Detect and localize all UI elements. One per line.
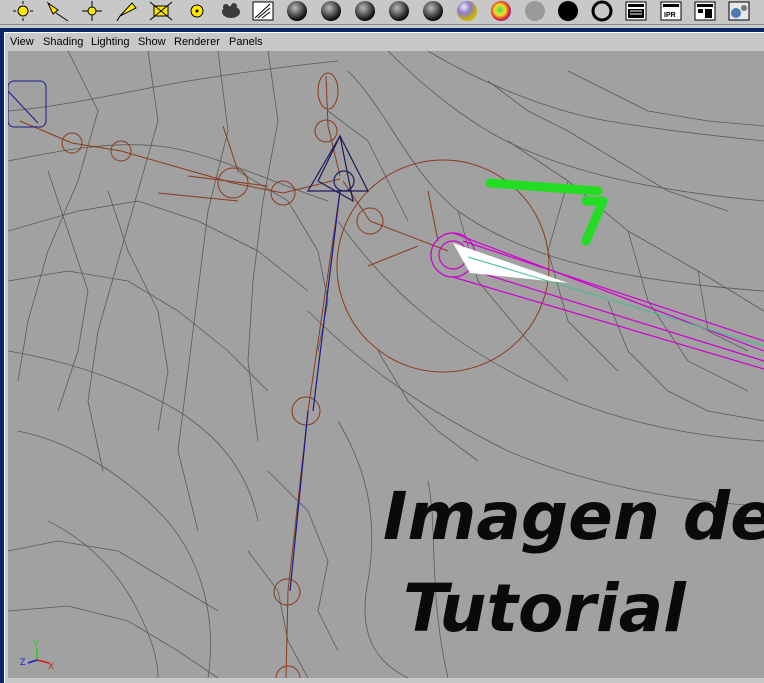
gray-swatch-icon	[525, 1, 545, 21]
camera-name-label: persp	[597, 677, 627, 678]
spot-light-icon	[46, 1, 69, 22]
render-settings-icon	[694, 1, 716, 21]
spot-light-alt-icon	[116, 2, 137, 22]
sphere-shader-3-button[interactable]	[350, 0, 380, 22]
3d-viewport[interactable]: Imagen del Tutorial Y Z X persp	[8, 51, 764, 678]
sphere-shader-5-icon	[423, 1, 443, 21]
phong-shader-icon	[457, 1, 477, 21]
ramp-shader-icon	[491, 1, 511, 21]
menu-show[interactable]: Show	[138, 36, 166, 48]
texture-editor-button[interactable]	[248, 0, 278, 22]
sphere-shader-5-button[interactable]	[418, 0, 448, 22]
spot-light-alt-button[interactable]	[112, 0, 142, 22]
hypershade-button[interactable]	[724, 0, 754, 22]
bone-highlight	[453, 243, 568, 283]
texture-editor-icon	[252, 1, 274, 21]
menu-lighting[interactable]: Lighting	[91, 36, 130, 48]
menu-renderer[interactable]: Renderer	[174, 36, 220, 48]
volume-light-icon	[190, 4, 204, 18]
shelf-toolbar: IPR	[0, 0, 764, 25]
sun-light-icon	[13, 1, 33, 21]
point-light-icon	[82, 1, 102, 21]
volume-light-button[interactable]	[182, 0, 212, 22]
sphere-shader-2-icon	[321, 1, 341, 21]
gray-swatch-button[interactable]	[520, 0, 550, 22]
ipr-render-icon: IPR	[660, 1, 682, 21]
ipr-label: IPR	[664, 12, 676, 19]
axis-gizmo: Y Z X	[20, 639, 54, 671]
sphere-shader-3-icon	[355, 1, 375, 21]
bone-axis-line	[467, 256, 764, 347]
area-light-button[interactable]	[146, 0, 176, 22]
camera-button[interactable]	[215, 0, 245, 22]
sphere-shader-4-button[interactable]	[384, 0, 414, 22]
menu-panels[interactable]: Panels	[229, 36, 263, 48]
clapboard-button[interactable]	[621, 0, 651, 22]
camera-icon	[222, 3, 240, 18]
clapboard-icon	[625, 1, 647, 21]
spot-light-button[interactable]	[42, 0, 72, 22]
black-swatch-icon	[558, 1, 578, 21]
menu-shading[interactable]: Shading	[43, 36, 83, 48]
green-arrow-annotation	[485, 178, 608, 246]
sun-light-button[interactable]	[8, 0, 38, 22]
panel-menubar: View Shading Lighting Show Renderer Pane…	[5, 33, 764, 51]
sphere-shader-1-button[interactable]	[282, 0, 312, 22]
render-settings-button[interactable]	[690, 0, 720, 22]
viewport-panel: View Shading Lighting Show Renderer Pane…	[0, 28, 764, 683]
phong-shader-button[interactable]	[452, 0, 482, 22]
handwritten-annotation: Imagen del Tutorial	[383, 478, 764, 647]
axis-label-y: Y	[33, 639, 39, 649]
sphere-shader-1-icon	[287, 1, 307, 21]
black-swatch-button[interactable]	[553, 0, 583, 22]
ipr-render-button[interactable]: IPR	[656, 0, 686, 22]
ring-button[interactable]	[587, 0, 617, 22]
viewport-panel-body: View Shading Lighting Show Renderer Pane…	[4, 32, 764, 683]
sphere-shader-2-button[interactable]	[316, 0, 346, 22]
joint-spheres[interactable]	[61, 72, 384, 678]
ramp-shader-button[interactable]	[486, 0, 516, 22]
point-light-button[interactable]	[77, 0, 107, 22]
ring-icon	[591, 0, 613, 22]
area-light-icon	[149, 1, 173, 21]
axis-label-z: Z	[20, 657, 26, 667]
clavicle-joint-blue[interactable]	[8, 80, 47, 128]
sphere-shader-4-icon	[389, 1, 409, 21]
axis-label-x: X	[48, 661, 54, 671]
annotation-line-1: Imagen del	[383, 478, 764, 555]
menu-view[interactable]: View	[10, 36, 34, 48]
scene-canvas: Imagen del Tutorial Y Z X	[8, 51, 764, 678]
hypershade-icon	[728, 1, 750, 21]
annotation-line-2: Tutorial	[403, 570, 687, 647]
